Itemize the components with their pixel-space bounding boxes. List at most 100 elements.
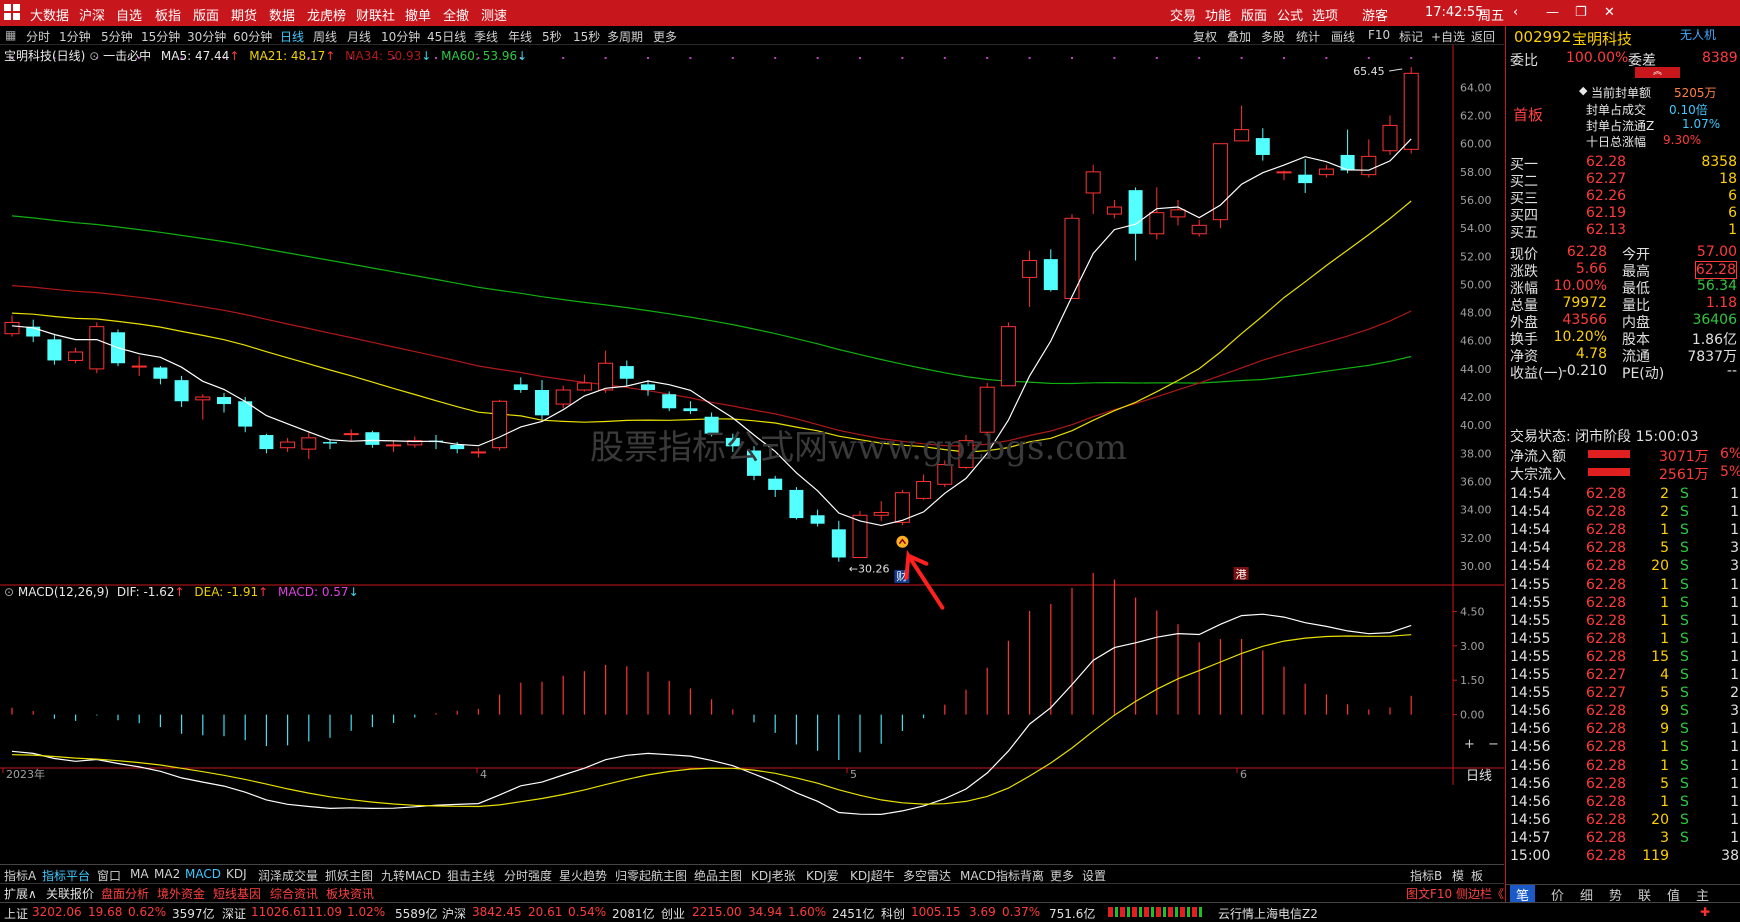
buy-row[interactable]: 买一 62.28 8358 (1506, 154, 1740, 173)
buy-signal-icon[interactable] (896, 535, 909, 548)
indicator-tab[interactable]: 模 (1452, 867, 1464, 884)
candle[interactable] (1170, 200, 1186, 226)
indicator-tab[interactable]: MACD指标背离 (960, 867, 1044, 884)
candle[interactable] (301, 430, 317, 459)
indicator-tab[interactable]: 抓妖主图 (325, 867, 373, 884)
restore-icon[interactable]: ❐ (1575, 5, 1587, 20)
date-period-label[interactable]: 日线 (1466, 765, 1492, 784)
indicator-tab[interactable]: 设置 (1082, 867, 1106, 884)
candle[interactable] (153, 366, 168, 385)
menu-item[interactable]: 测速 (481, 5, 507, 24)
menu-item[interactable]: 版面 (1241, 5, 1267, 24)
minimize-icon[interactable]: — (1546, 5, 1559, 20)
buy-row[interactable]: 买三 62.26 6 (1506, 188, 1740, 207)
candle[interactable] (1318, 164, 1334, 178)
server-name[interactable]: 云行情上海电信Z2 (1218, 905, 1318, 922)
toolbar-button[interactable]: 复权 (1193, 28, 1217, 45)
back-arrow-icon[interactable]: ‹ (1513, 5, 1518, 20)
indicator-tab[interactable]: 归零起航主图 (615, 867, 687, 884)
toolbar-button[interactable]: 返回 (1471, 28, 1495, 45)
period-tab[interactable]: 月线 (347, 28, 371, 45)
candle[interactable] (47, 333, 62, 365)
menu-item[interactable]: 财联社 (356, 5, 395, 24)
indicator-tab[interactable]: MA2 (154, 867, 180, 881)
candle[interactable] (238, 397, 253, 433)
buy-row[interactable]: 买二 62.27 18 (1506, 171, 1740, 190)
menu-item[interactable]: 游客 (1362, 5, 1388, 24)
candle[interactable] (323, 439, 337, 450)
index-name[interactable]: 上证 (4, 905, 28, 922)
candle[interactable] (1298, 159, 1313, 193)
candle[interactable] (619, 360, 634, 386)
candle[interactable] (852, 511, 868, 558)
candle[interactable] (1212, 143, 1228, 229)
chart-area[interactable]: 64.00 62.00 60.00 58.00 56.00 54.00 52.00 50.00… (0, 45, 1504, 865)
indicator-tab[interactable]: 指标B (1410, 867, 1442, 884)
indicator-tab[interactable]: 窗口 (97, 867, 121, 884)
sub-right[interactable]: 图文F10 侧边栏《 (1406, 885, 1504, 902)
toolbar-button[interactable]: 画线 (1331, 28, 1355, 45)
sub-tab[interactable]: 短线基因 (213, 885, 261, 902)
app-grid-icon[interactable] (4, 4, 20, 20)
candle[interactable] (683, 401, 698, 414)
period-tab[interactable]: 60分钟 (233, 28, 272, 45)
candle[interactable] (1255, 128, 1270, 161)
buy-row[interactable]: 买五 62.13 1 (1506, 222, 1740, 241)
hk-marker[interactable]: 港 (1236, 568, 1247, 581)
indicator-tab[interactable]: 星火趋势 (559, 867, 607, 884)
index-name[interactable]: 深证 (222, 905, 246, 922)
macd-dropdown-icon[interactable]: ⊙ (4, 585, 18, 599)
indicator-tab[interactable]: MA (130, 867, 149, 881)
indicator-tab-active[interactable]: MACD (185, 867, 221, 881)
indicator-tab[interactable]: 狙击主线 (447, 867, 495, 884)
period-tab[interactable]: 周线 (313, 28, 337, 45)
index-name[interactable]: 沪深 (442, 905, 466, 922)
indicator-tab[interactable]: 板 (1471, 867, 1483, 884)
toolbar-grid-icon[interactable]: ▦ (5, 28, 16, 42)
candle[interactable] (492, 399, 508, 451)
candle[interactable] (470, 447, 486, 458)
candle[interactable] (259, 433, 274, 454)
candle[interactable] (386, 440, 402, 452)
candle[interactable] (280, 437, 296, 452)
period-tab[interactable]: 5秒 (542, 28, 562, 45)
candle[interactable] (1043, 249, 1058, 292)
menu-item[interactable]: 撤单 (405, 5, 431, 24)
toolbar-button[interactable]: F10 (1368, 28, 1390, 42)
candle[interactable] (89, 322, 105, 374)
candle[interactable] (1276, 170, 1292, 181)
menu-item[interactable]: 大数据 (30, 5, 69, 24)
menu-item[interactable]: 自选 (116, 5, 142, 24)
sub-tab[interactable]: 盘面分析 (101, 885, 149, 902)
candle[interactable] (1149, 187, 1165, 240)
menu-item[interactable]: 功能 (1205, 5, 1231, 24)
candle[interactable] (576, 374, 592, 392)
candle[interactable] (1340, 129, 1355, 174)
menu-item[interactable]: 数据 (269, 5, 295, 24)
menu-item[interactable]: 期货 (231, 5, 257, 24)
menu-item[interactable]: 沪深 (79, 5, 105, 24)
period-tab[interactable]: 15分钟 (141, 28, 180, 45)
candle[interactable] (513, 377, 528, 393)
close-icon[interactable]: ✕ (1604, 5, 1615, 20)
indicator-tab[interactable]: 分时强度 (504, 867, 552, 884)
candle[interactable] (1382, 115, 1398, 155)
zoom-in-button[interactable]: + (1464, 737, 1475, 752)
indicator-tab[interactable]: 润泽成交量 (258, 867, 318, 884)
candle[interactable] (555, 385, 571, 409)
indicator-tab[interactable]: 指标平台 (42, 867, 90, 884)
sub-tab[interactable]: 关联报价 (46, 885, 94, 902)
index-name[interactable]: 科创 (881, 905, 905, 922)
toolbar-button[interactable]: 统计 (1296, 28, 1320, 45)
candle[interactable] (26, 319, 41, 343)
period-tab[interactable]: 年线 (508, 28, 532, 45)
period-tab[interactable]: 多周期 (607, 28, 643, 45)
period-tab[interactable]: 更多 (653, 28, 677, 45)
toolbar-button[interactable]: 叠加 (1227, 28, 1251, 45)
sub-tab[interactable]: 板块资讯 (326, 885, 374, 902)
period-tab[interactable]: 5分钟 (101, 28, 133, 45)
menu-item[interactable]: 龙虎榜 (307, 5, 346, 24)
period-tab[interactable]: 10分钟 (381, 28, 420, 45)
indicator-tab[interactable]: KDJ老张 (751, 867, 796, 884)
period-tab[interactable]: 分时 (26, 28, 50, 45)
